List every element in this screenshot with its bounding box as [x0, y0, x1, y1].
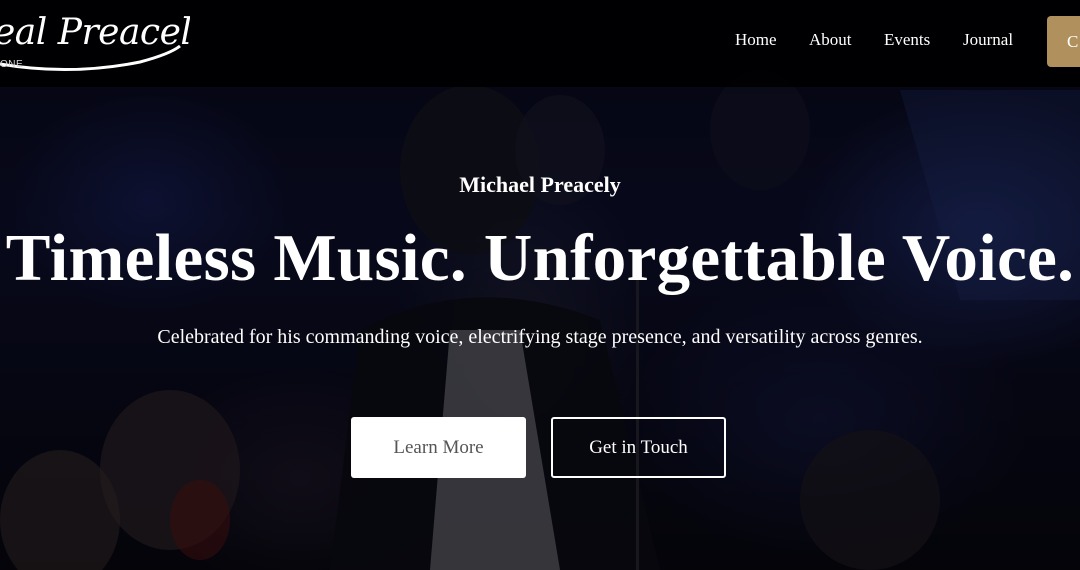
nav-events-link[interactable]: Events [884, 30, 930, 50]
learn-more-button[interactable]: Learn More [351, 417, 526, 478]
hero-headline: Timeless Music. Unforgettable Voice. [5, 221, 1075, 295]
hero-eyebrow: Michael Preacely [459, 172, 621, 197]
nav-home-link[interactable]: Home [735, 30, 777, 50]
site-header: eal Preacely ONE Home About Events Journ… [0, 0, 1080, 87]
logo-swoosh-icon [0, 44, 181, 71]
nav-journal-link[interactable]: Journal [963, 30, 1013, 50]
logo-subtext: ONE [0, 59, 24, 70]
nav-contact-button[interactable]: C [1047, 16, 1080, 67]
nav-about-link[interactable]: About [809, 30, 852, 50]
site-logo[interactable]: eal Preacely ONE [0, 6, 190, 78]
hero-subtext: Celebrated for his commanding voice, ele… [157, 326, 923, 348]
get-in-touch-button[interactable]: Get in Touch [551, 417, 726, 478]
